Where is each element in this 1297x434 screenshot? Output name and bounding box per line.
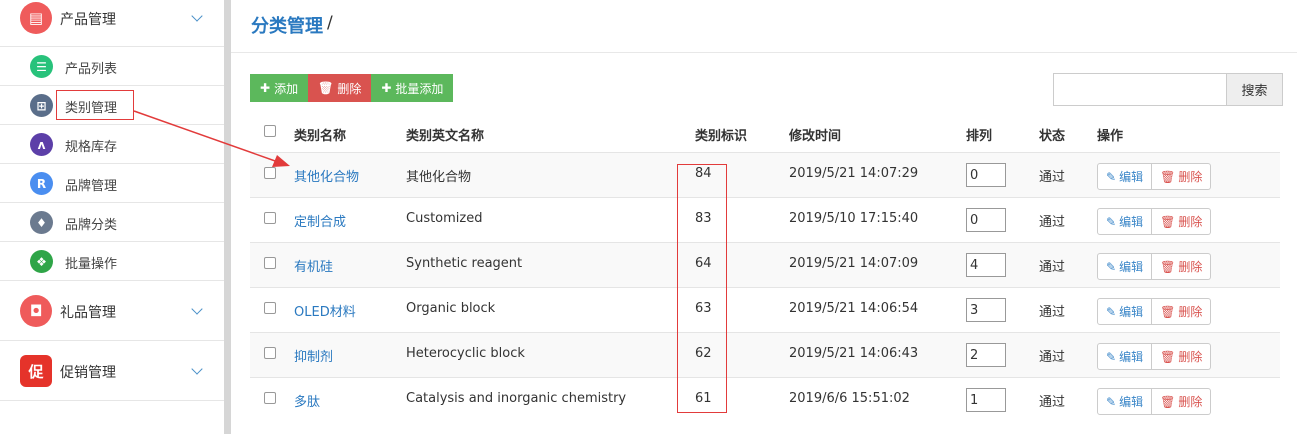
annotation-arrow: [133, 110, 290, 167]
